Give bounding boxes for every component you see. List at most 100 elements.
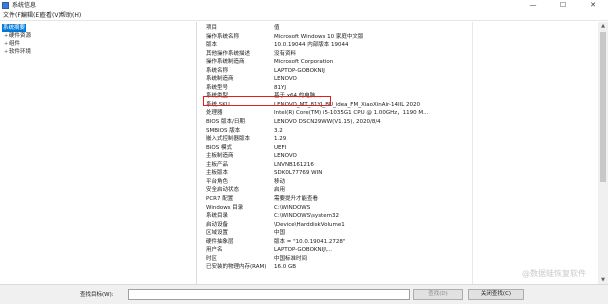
table-row[interactable]: 时区 中国标准时间 (200, 255, 608, 264)
table-row[interactable]: Windows 目录 C:\WINDOWS (200, 204, 608, 213)
find-button[interactable]: 查找(D) (413, 289, 463, 300)
column-header: 项目 值 (200, 24, 608, 33)
window-title: 系统信息 (12, 2, 37, 9)
scroll-up-icon[interactable]: ▲ (598, 22, 608, 30)
row-item: 主板制造商 (206, 153, 234, 160)
details-list: 项目 值 操作系统名称 Microsoft Windows 10 家庭中文版 版本 1… (200, 22, 608, 284)
menu-help[interactable]: 帮助(H) (60, 12, 81, 20)
tree-item-label: 组件 (9, 41, 21, 47)
table-row[interactable]: 平台角色 移动 (200, 178, 608, 187)
row-item: 启动设备 (206, 221, 229, 228)
expand-icon[interactable]: + (4, 40, 8, 48)
row-item: BIOS 模式 (206, 144, 232, 151)
menu-view[interactable]: 查看(V) (40, 12, 61, 20)
table-row[interactable]: PCR7 配置 需要提升才能查看 (200, 195, 608, 204)
row-item: 版本 (206, 42, 218, 49)
row-value: 16.0 GB (274, 264, 297, 271)
row-item: 时区 (206, 255, 218, 262)
column-header-item[interactable]: 项目 (206, 24, 217, 33)
table-row[interactable]: 区域设置 中国 (200, 229, 608, 238)
scroll-thumb[interactable] (600, 32, 606, 182)
table-row[interactable]: 嵌入式控制器版本 1.29 (200, 135, 608, 144)
table-row[interactable]: 操作系统制造商 Microsoft Corporation (200, 58, 608, 67)
row-item: 用户名 (206, 247, 223, 254)
row-value: LENOVO (274, 76, 297, 83)
row-value: 中国标准时间 (274, 255, 308, 262)
expand-icon[interactable]: + (4, 32, 8, 40)
maximize-button[interactable]: ☐ (548, 0, 578, 11)
row-value: 81YJ (274, 84, 286, 91)
menu-edit[interactable]: 编辑(E) (21, 12, 41, 20)
tree-item-hardware-resources[interactable]: +硬件资源 (4, 32, 31, 40)
row-value: Microsoft Corporation (274, 59, 334, 66)
row-item: BIOS 版本/日期 (206, 119, 245, 125)
row-item: 主板版本 (206, 170, 229, 177)
row-value: 10.0.19044 内部版本 19044 (274, 42, 349, 49)
row-value: LENOVO DSCN29WW(V1.15), 2020/8/4 (274, 119, 381, 125)
row-value: C:\WINDOWS (274, 204, 311, 211)
table-row[interactable]: 主板版本 SDK0L77769 WIN (200, 169, 608, 178)
table-row[interactable]: 用户名 LAPTOP-GOBOKNIJ\... (200, 246, 608, 255)
vertical-scrollbar[interactable]: ▲ ▼ (598, 22, 608, 284)
row-item: 系统制造商 (206, 76, 234, 83)
row-item: 区域设置 (206, 230, 229, 237)
table-row[interactable]: 系统目录 C:\WINDOWS\system32 (200, 212, 608, 221)
column-header-value[interactable]: 值 (274, 24, 280, 33)
category-tree: 系统摘要 +硬件资源 +组件 +软件环境 (0, 22, 197, 284)
watermark-text: @数据蛙恢复软件 (522, 269, 586, 278)
table-row[interactable]: 主板制造商 LENOVO (200, 152, 608, 161)
table-row[interactable]: 系统名称 LAPTOP-GOBOKNIJ (200, 67, 608, 76)
row-item: 系统名称 (206, 67, 229, 74)
tree-item-label: 软件环境 (9, 49, 32, 55)
row-value: LNVNB161216 (274, 161, 314, 168)
table-row[interactable]: 系统型号 81YJ (200, 84, 608, 93)
table-row[interactable]: 处理器 Intel(R) Core(TM) i5-1035G1 CPU @ 1.0… (200, 109, 608, 118)
row-item: 系统型号 (206, 84, 229, 91)
row-item: 已安装的物理内存(RAM) (206, 264, 267, 271)
table-row[interactable]: 主板产品 LNVNB161216 (200, 161, 608, 170)
row-item: 系统目录 (206, 213, 229, 220)
table-row[interactable]: 硬件抽象层 版本 = "10.0.19041.2728" (200, 238, 608, 247)
row-value: \Device\HarddiskVolume1 (274, 221, 345, 228)
expand-icon[interactable]: + (4, 48, 8, 56)
close-find-button[interactable]: 关闭查找(C) (468, 289, 524, 300)
row-item: SMBIOS 版本 (206, 127, 241, 134)
scroll-down-icon[interactable]: ▼ (598, 276, 608, 284)
system-info-app-icon (2, 2, 9, 9)
row-value: LENOVO (274, 153, 297, 160)
row-item: 其他操作系统描述 (206, 50, 251, 57)
table-row[interactable]: SMBIOS 版本 3.2 (200, 127, 608, 136)
table-row[interactable]: 版本 10.0.19044 内部版本 19044 (200, 41, 608, 50)
row-value: LAPTOP-GOBOKNIJ (274, 67, 325, 74)
tree-item-system-summary[interactable]: 系统摘要 (2, 24, 27, 32)
table-row[interactable]: 安全启动状态 启用 (200, 186, 608, 195)
table-row[interactable]: BIOS 模式 UEFI (200, 144, 608, 153)
find-input[interactable] (128, 289, 410, 300)
row-item: PCR7 配置 (206, 195, 234, 202)
table-row[interactable]: 启动设备 \Device\HarddiskVolume1 (200, 221, 608, 230)
row-item: Windows 目录 (206, 204, 244, 211)
highlight-annotation-box (203, 96, 331, 106)
find-bar: 查找目标(W): 查找(D) 关闭查找(C) (0, 284, 608, 304)
row-value: C:\WINDOWS\system32 (274, 213, 339, 220)
row-item: 安全启动状态 (206, 187, 240, 194)
row-value: UEFI (274, 144, 287, 151)
table-row[interactable]: BIOS 版本/日期 LENOVO DSCN29WW(V1.15), 2020/8… (200, 118, 608, 127)
row-value: SDK0L77769 WIN (274, 170, 323, 177)
row-value: 需要提升才能查看 (274, 195, 319, 202)
table-row[interactable]: 操作系统名称 Microsoft Windows 10 家庭中文版 (200, 33, 608, 42)
row-item: 处理器 (206, 110, 223, 117)
close-button[interactable]: ✕ (578, 0, 608, 11)
table-row[interactable]: 系统制造商 LENOVO (200, 75, 608, 84)
row-value: Microsoft Windows 10 家庭中文版 (274, 33, 364, 40)
tree-item-components[interactable]: +组件 (4, 40, 20, 48)
minimize-button[interactable]: — (518, 0, 548, 11)
tree-item-software-environment[interactable]: +软件环境 (4, 48, 31, 56)
row-value: 1.29 (274, 136, 287, 143)
menu-bar: 文件(F) 编辑(E) 查看(V) 帮助(H) (0, 11, 608, 21)
row-value: LAPTOP-GOBOKNIJ\... (274, 247, 332, 254)
tree-item-label: 硬件资源 (9, 33, 32, 39)
row-value: 中国 (274, 230, 286, 237)
table-row[interactable]: 其他操作系统描述 没有资料 (200, 50, 608, 59)
row-item: 平台角色 (206, 178, 229, 185)
